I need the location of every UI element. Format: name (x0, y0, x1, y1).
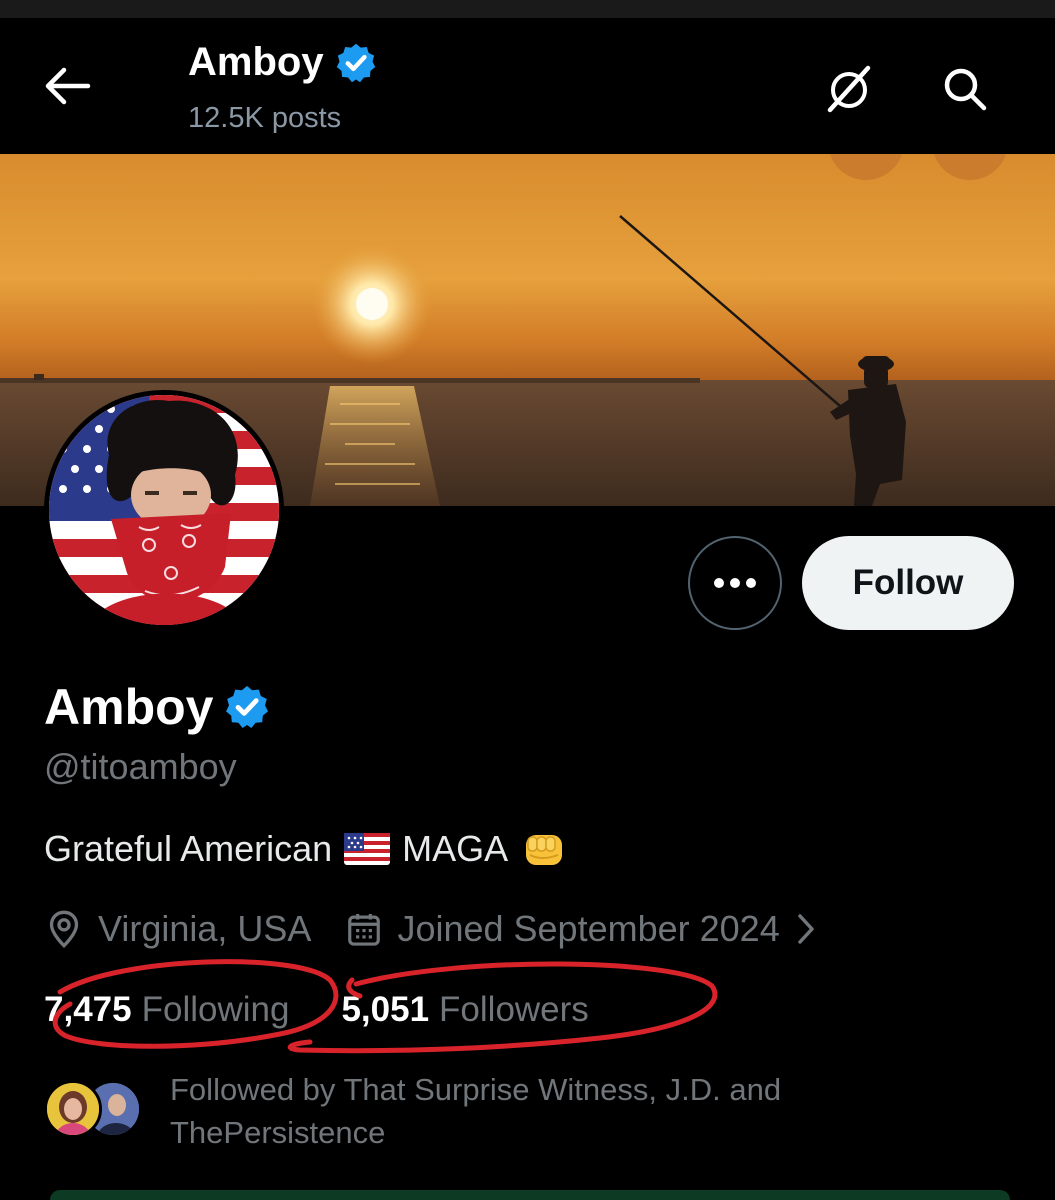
bio-text: Grateful American (44, 828, 333, 869)
followers-count: 5,051 (341, 990, 430, 1029)
follow-button[interactable]: Follow (802, 536, 1014, 630)
followers-link[interactable]: 5,051 Followers (341, 990, 588, 1030)
verified-badge-icon (336, 43, 375, 82)
grok-icon (827, 65, 871, 113)
more-icon (714, 578, 756, 588)
grok-button[interactable] (824, 64, 874, 114)
us-flag-icon (344, 833, 391, 865)
bio-text-maga: MAGA (402, 828, 509, 869)
header-title: Amboy (188, 40, 378, 85)
status-strip (0, 0, 1055, 18)
mutual-avatar (44, 1080, 102, 1138)
back-button[interactable] (44, 64, 94, 108)
following-count: 7,475 (44, 990, 132, 1029)
avatar-image (49, 395, 279, 625)
post-count: 12.5K posts (188, 102, 342, 134)
more-options-button[interactable] (688, 536, 782, 630)
profile-bio: Grateful American 🇺🇸 MAGA 👊 (44, 828, 566, 870)
bottom-banner-edge (50, 1190, 1010, 1200)
joined-text: Joined September 2024 (397, 908, 780, 949)
verified-badge-icon[interactable] (223, 683, 271, 731)
joined-item[interactable]: Joined September 2024 (345, 908, 817, 950)
mutual-avatars[interactable] (44, 1080, 154, 1142)
profile-display-name: Amboy (44, 678, 271, 736)
display-name-text: Amboy (44, 679, 214, 735)
search-button[interactable] (940, 64, 990, 114)
follow-stats: 7,475 Following 5,051 Followers (44, 990, 589, 1030)
header-name: Amboy (188, 40, 324, 84)
mutual-avatar-image (47, 1083, 99, 1135)
followed-by-text[interactable]: Followed by That Surprise Witness, J.D. … (170, 1068, 870, 1154)
calendar-icon (348, 913, 381, 946)
location-text: Virginia, USA (98, 908, 312, 949)
search-icon (944, 68, 987, 111)
chevron-right-icon (797, 914, 814, 944)
location-item: Virginia, USA (44, 908, 311, 950)
profile-meta: Virginia, USA Joined September 2024 (44, 908, 818, 950)
followed-by-section: Followed by That Surprise Witness, J.D. … (44, 1068, 870, 1154)
followers-label: Followers (439, 990, 589, 1029)
location-pin-icon (49, 910, 79, 948)
profile-handle: @titoamboy (44, 746, 237, 787)
following-link[interactable]: 7,475 Following (44, 990, 289, 1030)
arrow-left-icon (45, 67, 91, 105)
following-label: Following (141, 990, 290, 1029)
fist-bump-icon (526, 835, 563, 865)
profile-header: Amboy 12.5K posts (0, 18, 1055, 154)
profile-avatar[interactable] (44, 390, 284, 630)
